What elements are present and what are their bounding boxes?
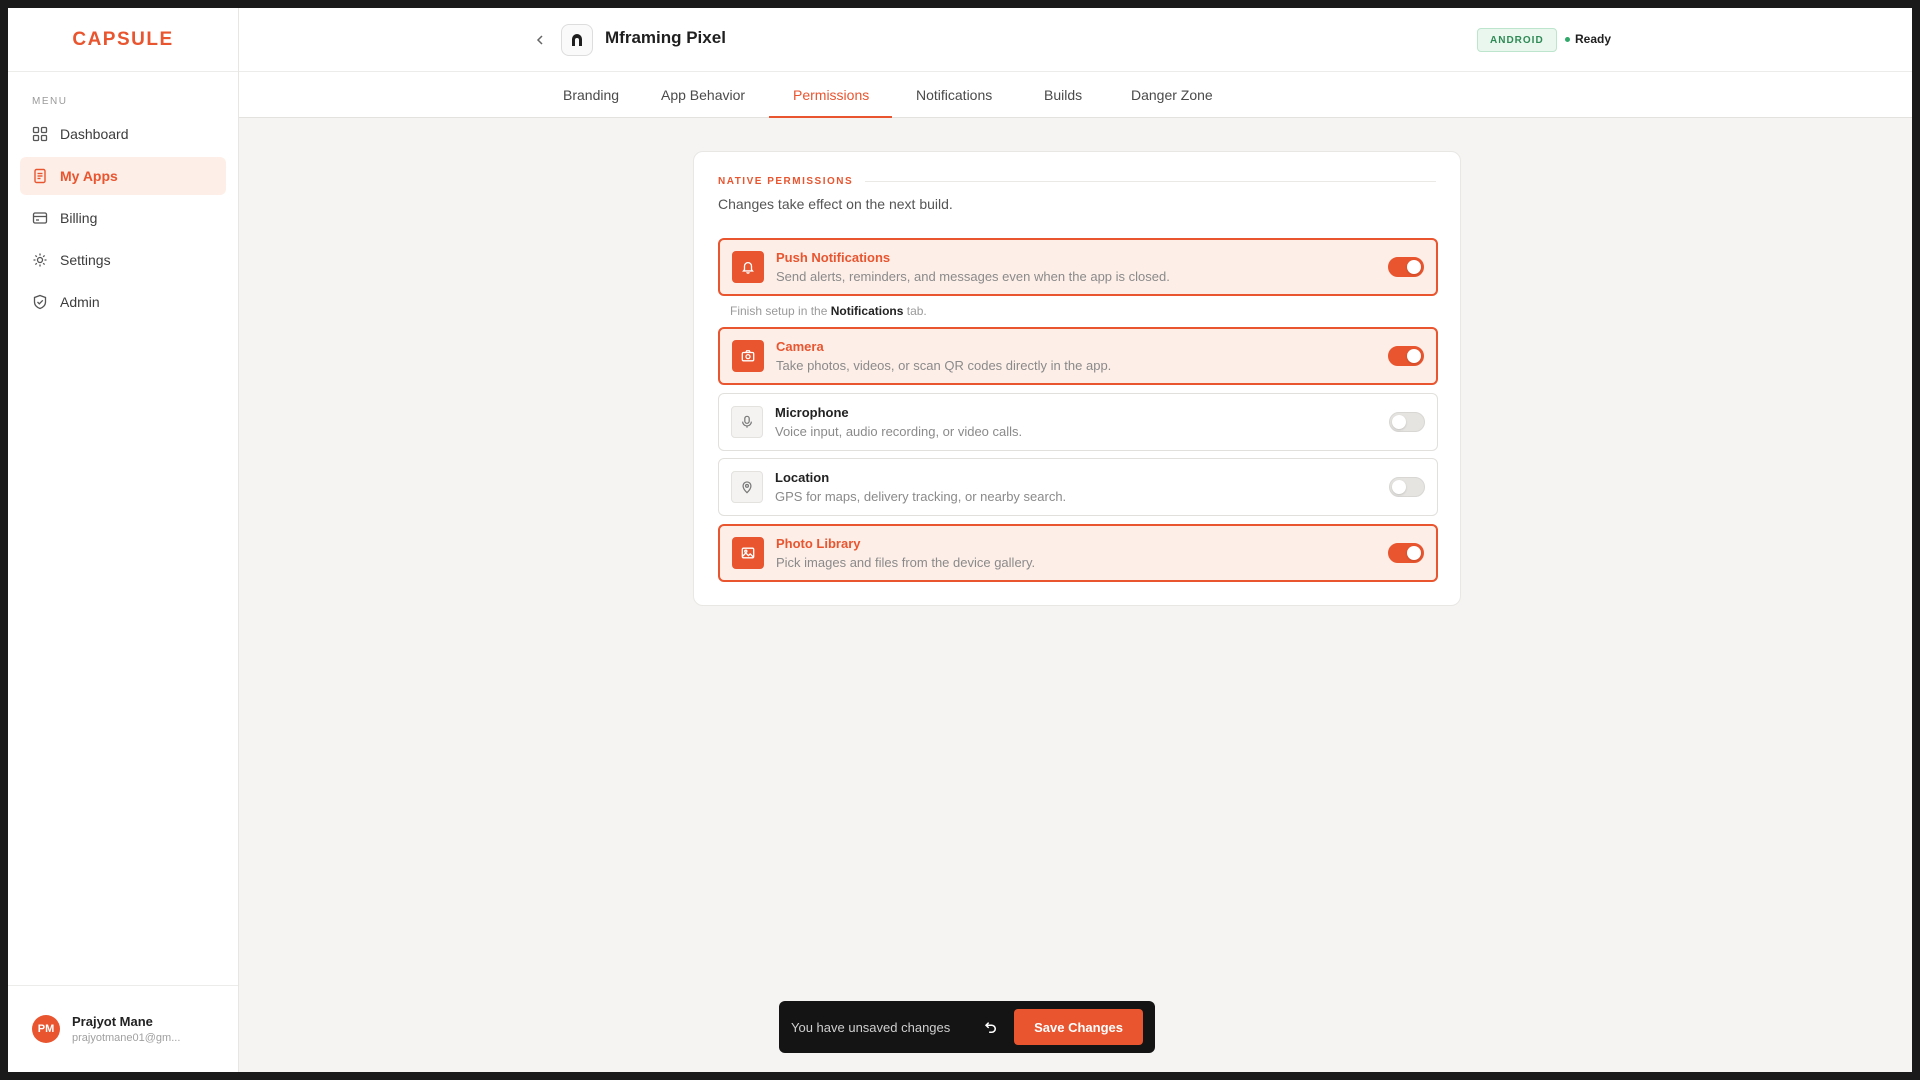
active-tab-indicator	[769, 116, 892, 118]
logo-area: CAPSULE	[8, 8, 238, 72]
sidebar-item-label: Billing	[60, 210, 98, 226]
map-pin-icon	[742, 481, 752, 494]
tab-app-behavior[interactable]: App Behavior	[661, 72, 745, 118]
status-text: Ready	[1575, 32, 1612, 46]
arch-logo-icon	[572, 34, 582, 46]
gear-icon	[33, 253, 47, 267]
camera-toggle[interactable]	[1388, 346, 1424, 366]
permission-title: Push Notifications	[776, 250, 891, 265]
sidebar-item-label: Settings	[60, 252, 111, 268]
tab-permissions[interactable]: Permissions	[793, 72, 869, 118]
settings-tabs: Branding App Behavior Permissions Notifi…	[239, 72, 1912, 118]
main-content: Mframing Pixel ANDROID Ready Branding Ap…	[239, 8, 1912, 1072]
permission-description: GPS for maps, delivery tracking, or near…	[775, 489, 1067, 504]
microphone-icon	[742, 415, 752, 428]
unsaved-message: You have unsaved changes	[791, 1019, 951, 1035]
app-header: Mframing Pixel ANDROID Ready	[239, 8, 1912, 72]
sidebar-item-my-apps[interactable]: My Apps	[20, 157, 226, 195]
push-notifications-toggle[interactable]	[1388, 257, 1424, 277]
sidebar-item-admin[interactable]: Admin	[20, 283, 226, 321]
location-toggle[interactable]	[1389, 477, 1425, 497]
undo-icon	[985, 1022, 997, 1034]
sidebar-item-label: Dashboard	[60, 126, 129, 142]
chevron-left-icon	[536, 35, 543, 45]
app-icon	[561, 24, 593, 56]
image-icon	[741, 547, 755, 559]
back-button[interactable]	[531, 31, 549, 49]
permission-camera: Camera Take photos, videos, or scan QR c…	[718, 327, 1438, 385]
sidebar-item-label: Admin	[60, 294, 100, 310]
tab-branding[interactable]: Branding	[563, 72, 619, 118]
grid-icon	[32, 126, 48, 142]
undo-button[interactable]	[976, 1013, 1004, 1041]
bell-icon	[742, 261, 754, 274]
photo-library-toggle[interactable]	[1388, 543, 1424, 563]
permissions-card: NATIVE PERMISSIONS Changes take effect o…	[693, 151, 1461, 606]
app-title: Mframing Pixel	[605, 28, 726, 47]
permission-location: Location GPS for maps, delivery tracking…	[718, 458, 1438, 516]
brand-logo[interactable]: CAPSULE	[72, 29, 173, 51]
save-changes-button[interactable]: Save Changes	[1014, 1009, 1143, 1045]
status-dot-icon	[1565, 36, 1570, 42]
sidebar: CAPSULE MENU Dashboard My Apps Billing S…	[8, 8, 239, 1072]
platform-badge: ANDROID	[1477, 28, 1557, 52]
permission-title: Camera	[776, 339, 824, 354]
tab-notifications[interactable]: Notifications	[916, 72, 992, 118]
unsaved-changes-bar: You have unsaved changes Save Changes	[779, 1001, 1155, 1053]
permission-microphone: Microphone Voice input, audio recording,…	[718, 393, 1438, 451]
shield-icon	[33, 294, 47, 310]
permission-title: Location	[775, 470, 830, 485]
credit-card-icon	[32, 212, 48, 224]
permission-description: Pick images and files from the device ga…	[776, 555, 1036, 570]
tab-danger-zone[interactable]: Danger Zone	[1131, 72, 1213, 118]
document-icon	[34, 168, 46, 184]
status-indicator: Ready	[1565, 32, 1611, 46]
user-name: Prajyot Mane	[72, 1014, 153, 1029]
permission-description: Take photos, videos, or scan QR codes di…	[776, 358, 1112, 373]
permission-title: Photo Library	[776, 536, 861, 551]
permission-title: Microphone	[775, 405, 849, 420]
sidebar-item-settings[interactable]: Settings	[20, 241, 226, 279]
microphone-toggle[interactable]	[1389, 412, 1425, 432]
tab-builds[interactable]: Builds	[1044, 72, 1082, 118]
user-profile[interactable]: PM Prajyot Mane prajyotmane01@gm...	[8, 985, 238, 1072]
permission-description: Send alerts, reminders, and messages eve…	[776, 269, 1170, 284]
section-description: Changes take effect on the next build.	[718, 196, 953, 212]
avatar: PM	[32, 1015, 60, 1043]
sidebar-item-dashboard[interactable]: Dashboard	[20, 115, 226, 153]
app-window: CAPSULE MENU Dashboard My Apps Billing S…	[8, 8, 1912, 1072]
user-email: prajyotmane01@gm...	[72, 1032, 181, 1044]
notifications-tab-link[interactable]: Notifications	[831, 304, 904, 318]
sidebar-item-label: My Apps	[60, 168, 118, 184]
sidebar-nav: Dashboard My Apps Billing Settings Admin	[8, 115, 238, 325]
divider	[865, 181, 1436, 182]
permission-photo-library: Photo Library Pick images and files from…	[718, 524, 1438, 582]
permission-description: Voice input, audio recording, or video c…	[775, 424, 1023, 439]
menu-label: MENU	[32, 96, 68, 107]
camera-icon	[741, 350, 755, 362]
permission-push-notifications: Push Notifications Send alerts, reminder…	[718, 238, 1438, 296]
notifications-hint: Finish setup in the Notifications tab.	[730, 304, 927, 318]
section-title: NATIVE PERMISSIONS	[718, 176, 854, 187]
sidebar-item-billing[interactable]: Billing	[20, 199, 226, 237]
